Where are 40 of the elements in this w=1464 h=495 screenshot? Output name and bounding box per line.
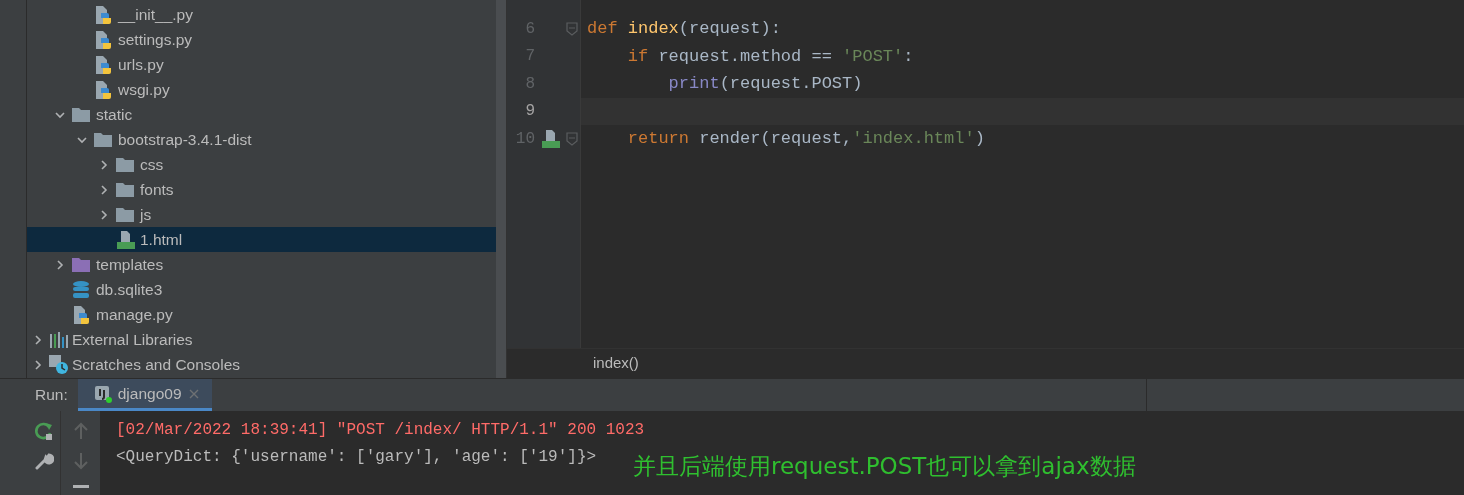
chevron-right-icon[interactable]: [32, 333, 44, 346]
chevron-right-icon[interactable]: [98, 158, 110, 171]
tree-item[interactable]: wsgi.py: [27, 77, 496, 102]
code-line: if request.method == 'POST':: [626, 45, 914, 68]
tree-item[interactable]: fonts: [27, 177, 496, 202]
scrollbar[interactable]: [496, 0, 506, 378]
wrench-icon[interactable]: [33, 451, 54, 471]
run-tab[interactable]: django09: [77, 379, 212, 411]
tree-item[interactable]: js: [27, 202, 496, 227]
tree-item[interactable]: 1.html: [27, 227, 496, 252]
chevron-right-icon[interactable]: [32, 358, 44, 371]
html-file-icon[interactable]: [540, 128, 562, 149]
html-file-icon: [115, 229, 137, 250]
code-line: def index(request):: [587, 18, 781, 40]
panel-label: Run:: [34, 385, 69, 406]
tree-item[interactable]: __init__.py: [27, 2, 496, 27]
tree-item[interactable]: db.sqlite3: [27, 277, 496, 302]
scratches-icon: [49, 354, 69, 375]
django-icon: [93, 384, 112, 403]
tree-item[interactable]: settings.py: [27, 27, 496, 52]
line-number: 9: [524, 101, 535, 123]
chevron-right-icon[interactable]: [54, 258, 66, 271]
tree-item[interactable]: bootstrap-3.4.1-dist: [27, 127, 496, 152]
tree-item[interactable]: static: [27, 102, 496, 127]
tree-item[interactable]: Scratches and Consoles: [27, 352, 496, 377]
tree-item[interactable]: css: [27, 152, 496, 177]
library-icon: [49, 330, 69, 349]
console-line: [02/Mar/2022 18:39:41] "POST /index/ HTTP/1.1" 200 1023: [116, 419, 645, 441]
annotation: 并且后端使用request.POST也可以拿到ajax数据: [633, 452, 1136, 481]
code-line: print(request.POST): [667, 73, 863, 95]
tree-item[interactable]: manage.py: [27, 302, 496, 327]
tree-item[interactable]: External Libraries: [27, 327, 496, 352]
console-line: <QueryDict: {'username': ['gary'], 'age': ['19']}>: [116, 446, 597, 468]
chevron-right-icon[interactable]: [98, 208, 110, 221]
chevron-right-icon[interactable]: [98, 183, 110, 196]
code-line: return render(request,'index.html'): [626, 128, 985, 150]
tree-item[interactable]: urls.py: [27, 52, 496, 77]
rerun-icon[interactable]: [33, 421, 54, 441]
breadcrumb[interactable]: index(): [593, 352, 639, 375]
tree-item[interactable]: templates: [27, 252, 496, 277]
